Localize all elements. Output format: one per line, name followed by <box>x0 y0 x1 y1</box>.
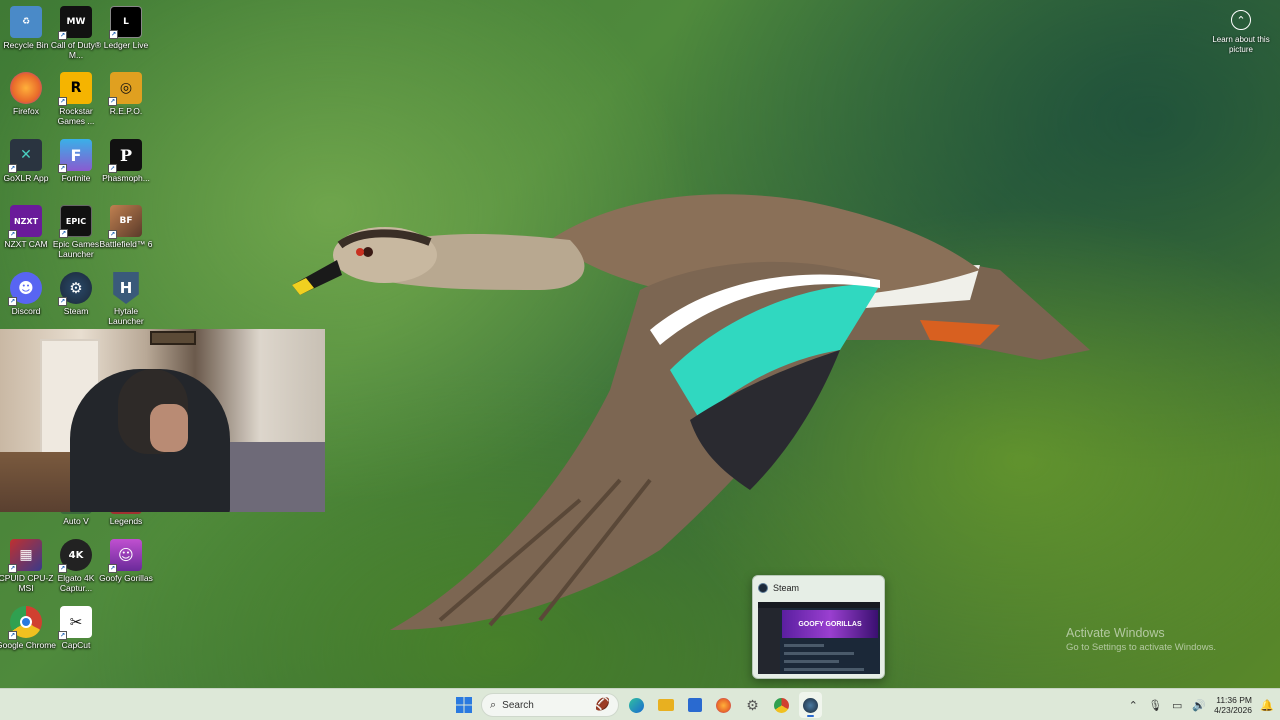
activate-windows-subtitle: Go to Settings to activate Windows. <box>1066 642 1216 653</box>
desktop-icon-capcut[interactable]: ✂ ↗ CapCut <box>50 606 102 650</box>
clock-time: 11:36 PM <box>1216 695 1252 705</box>
hytale-icon: H <box>113 272 139 304</box>
nzxt-cam-icon: NZXT ↗ <box>8 205 42 239</box>
capcut-icon: ✂ ↗ <box>58 606 92 640</box>
fortnite-icon: F ↗ <box>58 139 92 173</box>
desktop-icon-battlefield[interactable]: BF ↗ Battlefield™ 6 <box>100 205 152 249</box>
desktop-icon-label: Legends <box>109 516 143 526</box>
desktop-icon-label: Hytale Launcher <box>108 306 144 326</box>
phasmophobia-icon: P ↗ <box>108 139 142 173</box>
taskbar-app-steam[interactable] <box>799 692 822 718</box>
desktop-icon-fortnite[interactable]: F ↗ Fortnite <box>50 139 102 183</box>
desktop-icon-cpuz[interactable]: ▦ ↗ CPUID CPU-Z MSI <box>0 539 53 593</box>
chevron-up-icon[interactable]: ⌃ <box>1126 699 1140 712</box>
steam-preview-banner: GOOFY GORILLAS <box>782 610 878 638</box>
search-icon: ⌕ <box>490 698 497 711</box>
firefox-icon <box>716 697 731 713</box>
desktop-icon-nzxt-cam[interactable]: NZXT ↗ NZXT CAM <box>0 205 52 249</box>
desktop-icon-phasmophobia[interactable]: P ↗ Phasmoph... <box>100 139 152 183</box>
taskbar-search-box[interactable]: ⌕ Search 🏈 <box>481 693 619 717</box>
desktop-icon-ledger-live[interactable]: L ↗ Ledger Live <box>100 6 152 50</box>
settings-icon: ⚙ <box>746 696 759 713</box>
clock-date: 4/23/2026 <box>1214 705 1252 715</box>
cpuz-icon: ▦ ↗ <box>8 539 42 573</box>
webcam-overlay <box>0 329 325 512</box>
firefox-icon <box>10 72 42 104</box>
taskbar-app-chrome[interactable] <box>770 692 793 718</box>
battlefield-icon: BF ↗ <box>108 205 142 239</box>
taskbar-clock[interactable]: 11:36 PM 4/23/2026 <box>1214 695 1252 715</box>
volume-icon[interactable]: 🔊 <box>1192 699 1206 712</box>
steam-preview-thumbnail[interactable]: GOOFY GORILLAS <box>758 602 880 674</box>
taskbar-app-edge[interactable] <box>625 692 648 718</box>
desktop-icon-goxlr[interactable]: ✕ ↗ GoXLR App <box>0 139 52 183</box>
desktop-icon-hytale[interactable]: H Hytale Launcher <box>100 272 152 326</box>
rockstar-icon: R ↗ <box>58 72 92 106</box>
desktop-icon-label: Ledger Live <box>103 40 149 50</box>
desktop-icon-label: Goofy Gorillas <box>99 573 153 583</box>
start-button[interactable] <box>452 692 475 718</box>
search-highlight-icon: 🏈 <box>595 697 610 711</box>
desktop-icon-google-chrome[interactable]: ↗ Google Chrome <box>0 606 56 650</box>
taskbar: ⌕ Search 🏈 ⚙ ⌃ 🎙 ▭ 🔊 11:36 PM 4/23/2026 … <box>0 688 1280 720</box>
wallpaper-duck-image <box>292 194 1090 630</box>
desktop-icon-repo[interactable]: ◎ ↗ R.E.P.O. <box>100 72 152 116</box>
desktop-icon-label: Phasmoph... <box>102 173 150 183</box>
desktop-icon-firefox[interactable]: Firefox <box>0 72 52 116</box>
steam-preview-title: Steam <box>773 583 800 593</box>
desktop-icon-label: Battlefield™ 6 <box>99 239 153 249</box>
learn-about-picture[interactable]: ⌃ Learn about this picture <box>1212 10 1270 55</box>
taskbar-app-firefox[interactable] <box>712 692 735 718</box>
discord-icon: ☻ ↗ <box>8 272 42 306</box>
recycle-bin-icon: ♻ <box>10 6 42 38</box>
steam-icon <box>758 583 768 593</box>
learn-about-picture-label: Learn about this picture <box>1212 35 1270 54</box>
desktop: ♻ Recycle Bin MW ↗ Call of Duty® M... L ↗ … <box>0 0 1280 688</box>
epic-games-icon: EPIC ↗ <box>59 205 92 238</box>
desktop-icon-recycle-bin[interactable]: ♻ Recycle Bin <box>0 6 52 50</box>
taskbar-app-settings[interactable]: ⚙ <box>741 692 764 718</box>
desktop-icon-label: CapCut <box>61 640 91 650</box>
goxlr-icon: ✕ ↗ <box>8 139 42 173</box>
desktop-icon-steam[interactable]: ⚙ ↗ Steam <box>50 272 102 316</box>
activate-windows-watermark: Activate Windows Go to Settings to activ… <box>1066 626 1216 653</box>
ledger-live-icon: L ↗ <box>109 6 142 39</box>
taskbar-center: ⌕ Search 🏈 ⚙ <box>452 689 822 720</box>
desktop-icon-call-of-duty[interactable]: MW ↗ Call of Duty® M... <box>50 6 102 60</box>
steam-window-preview[interactable]: Steam GOOFY GORILLAS <box>752 575 885 679</box>
taskbar-app-microsoft-store[interactable] <box>683 692 706 718</box>
search-placeholder: Search <box>502 699 534 711</box>
edge-icon <box>629 697 644 713</box>
desktop-icon-epic-games[interactable]: EPIC ↗ Epic Games Launcher <box>50 205 102 259</box>
microsoft-store-icon <box>687 698 702 712</box>
desktop-icon-rockstar[interactable]: R ↗ Rockstar Games ... <box>50 72 102 126</box>
taskbar-app-file-explorer[interactable] <box>654 692 677 718</box>
desktop-icon-goofy-gorillas[interactable]: ☺ ↗ Goofy Gorillas <box>99 539 153 583</box>
steam-icon <box>803 697 818 713</box>
learn-about-picture-icon: ⌃ <box>1231 10 1251 30</box>
notification-bell-icon[interactable]: 🔔 <box>1260 699 1274 712</box>
call-of-duty-icon: MW ↗ <box>58 6 92 40</box>
chrome-icon <box>774 697 789 713</box>
file-explorer-icon <box>657 699 674 711</box>
desktop-icon-elgato[interactable]: 4K ↗ Elgato 4K Captur... <box>50 539 102 593</box>
repo-icon: ◎ ↗ <box>108 72 142 106</box>
steam-icon: ⚙ ↗ <box>58 272 92 306</box>
desktop-icon-discord[interactable]: ☻ ↗ Discord <box>0 272 52 316</box>
windows-logo-icon <box>455 697 472 713</box>
microphone-icon[interactable]: 🎙 <box>1148 699 1162 712</box>
elgato-icon: 4K ↗ <box>58 539 92 573</box>
system-tray: ⌃ 🎙 ▭ 🔊 11:36 PM 4/23/2026 🔔 <box>1126 689 1280 720</box>
chrome-icon: ↗ <box>8 606 42 640</box>
activate-windows-title: Activate Windows <box>1066 626 1165 640</box>
desktop-icon-label: R.E.P.O. <box>109 106 143 116</box>
network-icon[interactable]: ▭ <box>1170 699 1184 712</box>
goofy-gorillas-icon: ☺ ↗ <box>108 539 142 573</box>
